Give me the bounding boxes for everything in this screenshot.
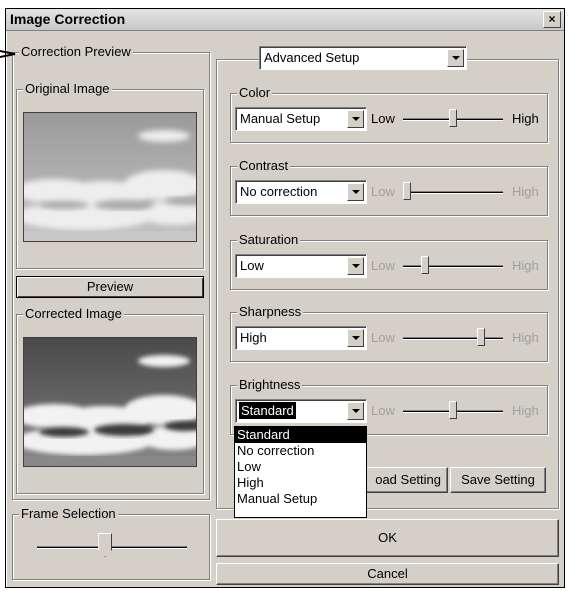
color-label: Color xyxy=(237,85,273,101)
brightness-high-label: High xyxy=(512,403,539,418)
brightness-dropdown-list: Standard No correction Low High Manual S… xyxy=(234,426,367,518)
color-low-label: Low xyxy=(371,111,395,126)
chevron-down-icon[interactable] xyxy=(347,402,364,420)
preview-button[interactable]: Preview xyxy=(16,276,204,298)
brightness-slider[interactable]: Low High xyxy=(371,400,547,422)
chevron-down-icon[interactable] xyxy=(347,329,364,347)
sharpness-thumb[interactable] xyxy=(476,328,485,346)
saturation-slider[interactable]: Low High xyxy=(371,255,547,277)
sharpness-group: Sharpness High Low High xyxy=(230,304,548,362)
mode-select-value: Advanced Setup xyxy=(264,50,360,65)
dropdown-option[interactable]: High xyxy=(235,475,366,491)
saturation-select[interactable]: Low xyxy=(235,254,367,278)
chevron-down-icon[interactable] xyxy=(347,257,364,275)
saturation-high-label: High xyxy=(512,258,539,273)
color-select[interactable]: Manual Setup xyxy=(235,107,367,131)
saturation-select-value: Low xyxy=(240,258,264,273)
sharpness-slider[interactable]: Low High xyxy=(371,327,547,349)
pointer-arrow-icon xyxy=(0,49,16,59)
contrast-thumb[interactable] xyxy=(403,182,411,200)
chevron-down-icon[interactable] xyxy=(347,110,364,128)
brightness-low-label: Low xyxy=(371,403,395,418)
preview-button-label: Preview xyxy=(86,279,134,294)
ok-button[interactable]: OK xyxy=(216,519,559,557)
title-bar: Image Correction × xyxy=(6,9,564,31)
sharpness-track xyxy=(403,337,503,340)
chevron-down-icon[interactable] xyxy=(347,183,364,201)
mode-select[interactable]: Advanced Setup xyxy=(259,46,467,70)
dropdown-option[interactable]: Manual Setup xyxy=(235,491,366,507)
cancel-button-label: Cancel xyxy=(367,566,408,581)
contrast-track xyxy=(403,191,503,194)
window-title: Image Correction xyxy=(10,11,126,27)
correction-preview-label: Correction Preview xyxy=(19,44,133,60)
corrected-image-group: Corrected Image xyxy=(16,306,204,494)
brightness-label: Brightness xyxy=(237,377,303,393)
frame-selection-group: Frame Selection xyxy=(12,506,210,580)
dropdown-option[interactable]: Standard xyxy=(235,427,366,443)
original-image-group: Original Image xyxy=(16,81,204,269)
corrected-sky-image xyxy=(24,338,196,466)
sharpness-label: Sharpness xyxy=(237,304,304,320)
dropdown-option[interactable]: No correction xyxy=(235,443,366,459)
save-setting-label: Save Setting xyxy=(461,472,535,487)
contrast-high-label: High xyxy=(512,184,539,199)
contrast-group: Contrast No correction Low High xyxy=(230,158,548,216)
color-select-value: Manual Setup xyxy=(240,111,321,126)
load-setting-label: oad Setting xyxy=(375,472,441,487)
color-high-label: High xyxy=(512,111,539,126)
color-group: Color Manual Setup Low High xyxy=(230,85,548,143)
close-button[interactable]: × xyxy=(543,11,561,28)
brightness-thumb[interactable] xyxy=(449,401,457,419)
image-correction-dialog: Image Correction × Correction Preview Or… xyxy=(5,8,565,588)
color-slider[interactable]: Low High xyxy=(371,108,547,130)
saturation-low-label: Low xyxy=(371,258,395,273)
original-image-label: Original Image xyxy=(23,81,112,97)
contrast-select-value: No correction xyxy=(240,184,318,199)
close-icon: × xyxy=(548,12,556,26)
sharpness-select[interactable]: High xyxy=(235,326,367,350)
frame-selection-slider[interactable] xyxy=(98,533,113,557)
corrected-image xyxy=(23,337,197,467)
brightness-select[interactable]: Standard xyxy=(235,399,367,423)
saturation-label: Saturation xyxy=(237,232,301,248)
frame-selection-label: Frame Selection xyxy=(19,506,118,522)
ok-button-label: OK xyxy=(378,530,397,545)
sharpness-high-label: High xyxy=(512,330,539,345)
contrast-low-label: Low xyxy=(371,184,395,199)
sharpness-select-value: High xyxy=(240,330,267,345)
brightness-select-value: Standard xyxy=(239,402,296,419)
original-sky-image xyxy=(24,113,196,241)
contrast-slider[interactable]: Low High xyxy=(371,181,547,203)
cancel-button[interactable]: Cancel xyxy=(216,563,559,585)
chevron-down-icon[interactable] xyxy=(447,49,464,67)
original-image xyxy=(23,112,197,242)
contrast-label: Contrast xyxy=(237,158,291,174)
dropdown-option[interactable]: Low xyxy=(235,459,366,475)
saturation-thumb[interactable] xyxy=(421,256,430,274)
color-thumb[interactable] xyxy=(449,109,457,127)
saturation-track xyxy=(403,265,503,268)
saturation-group: Saturation Low Low High xyxy=(230,232,548,290)
save-setting-button[interactable]: Save Setting xyxy=(450,467,546,493)
sharpness-low-label: Low xyxy=(371,330,395,345)
corrected-image-label: Corrected Image xyxy=(23,306,124,322)
contrast-select[interactable]: No correction xyxy=(235,180,367,204)
